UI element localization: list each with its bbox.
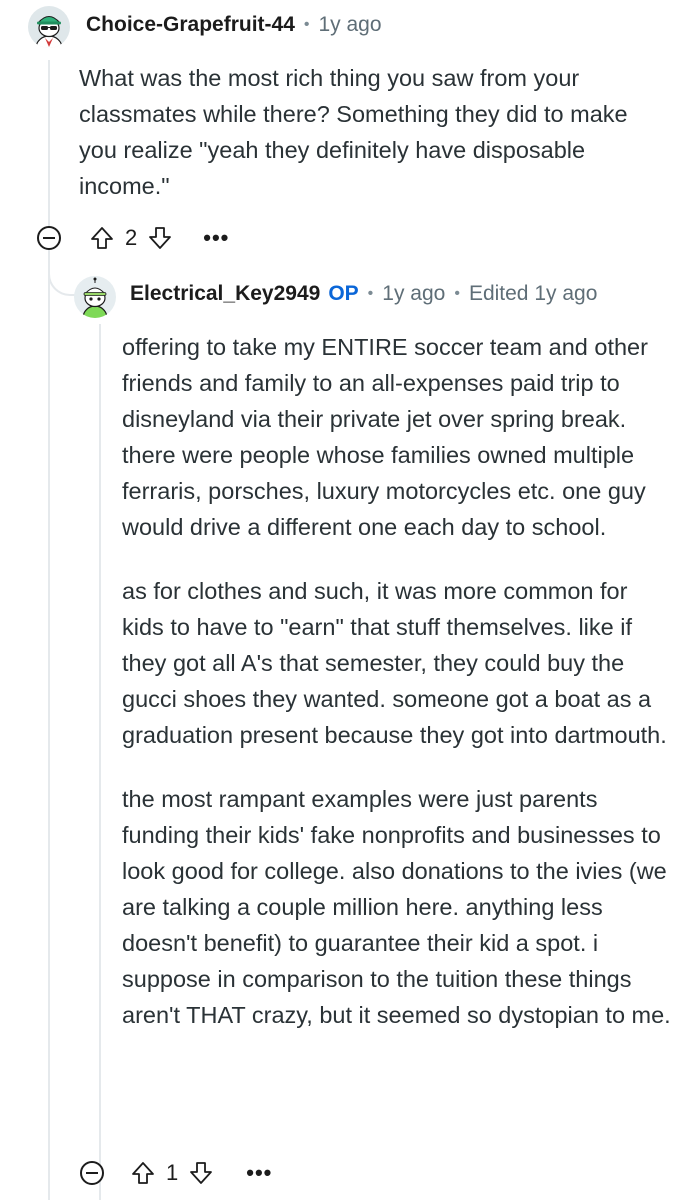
comment-header: Choice-Grapefruit-44 • 1y ago — [86, 13, 382, 37]
snoo-avatar-icon — [82, 277, 108, 318]
op-badge: OP — [328, 282, 359, 305]
more-options-icon[interactable]: ••• — [246, 1160, 272, 1186]
collapse-thread-button[interactable] — [37, 226, 61, 250]
reply-paragraph: as for clothes and such, it was more com… — [122, 578, 667, 748]
upvote-icon[interactable] — [130, 1160, 156, 1186]
more-options-icon[interactable]: ••• — [203, 225, 229, 251]
downvote-icon[interactable] — [188, 1160, 214, 1186]
reply-action-bar: 1 ••• — [80, 1160, 272, 1186]
vote-score: 1 — [166, 1160, 179, 1185]
comment-action-bar: 2 ••• — [37, 225, 229, 251]
reply-thread-connector — [48, 252, 76, 296]
reply-header: Electrical_Key2949 OP • 1y ago • Edited … — [130, 282, 597, 306]
upvote-icon[interactable] — [89, 225, 115, 251]
separator-dot: • — [454, 285, 460, 302]
reply-timestamp: 1y ago — [382, 282, 446, 305]
separator-dot: • — [367, 285, 374, 302]
separator-dot: • — [303, 16, 310, 33]
collapse-thread-button[interactable] — [80, 1161, 104, 1185]
reply-body: offering to take my ENTIRE soccer team a… — [122, 329, 672, 1061]
avatar[interactable] — [74, 276, 116, 318]
snoo-avatar-icon — [35, 16, 63, 48]
avatar[interactable] — [28, 6, 70, 48]
edited-label: Edited 1y ago — [468, 282, 598, 305]
reply-paragraph: the most rampant examples were just pare… — [122, 786, 671, 1028]
vote-score: 2 — [125, 225, 138, 250]
reply-thread-line — [99, 324, 101, 1200]
downvote-icon[interactable] — [147, 225, 173, 251]
reply-author[interactable]: Electrical_Key2949 — [130, 282, 320, 306]
reply-paragraph: offering to take my ENTIRE soccer team a… — [122, 334, 648, 540]
comment-author[interactable]: Choice-Grapefruit-44 — [86, 13, 295, 37]
comment-paragraph: What was the most rich thing you saw fro… — [79, 65, 628, 199]
comment-timestamp: 1y ago — [318, 13, 382, 36]
comment-body: What was the most rich thing you saw fro… — [79, 60, 669, 232]
